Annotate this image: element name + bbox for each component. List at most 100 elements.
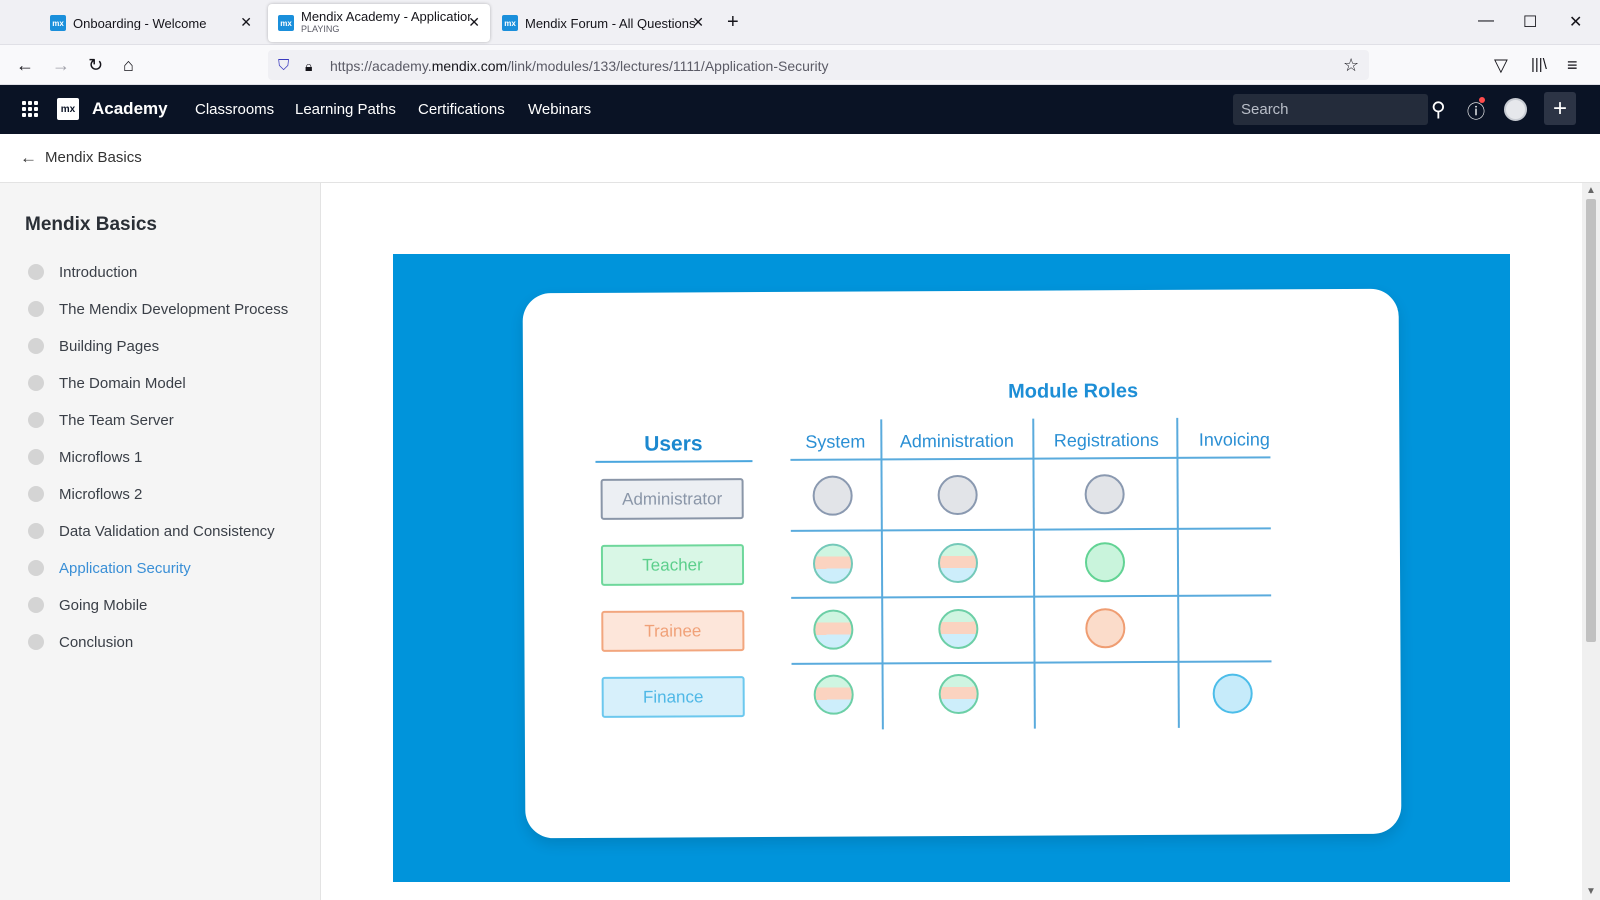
grid-line (791, 594, 1272, 599)
nav-certifications[interactable]: Certifications (418, 101, 505, 118)
permission-circle (937, 474, 978, 516)
breadcrumb: ← Mendix Basics (0, 134, 1600, 183)
grid-line (790, 527, 1271, 532)
library-icon[interactable]: |||\ (1531, 55, 1547, 75)
browser-tab-forum[interactable]: mx Mendix Forum - All Questions ✕ (492, 4, 714, 42)
nav-learning-paths[interactable]: Learning Paths (295, 101, 396, 118)
lesson-status-icon (28, 634, 44, 650)
forward-icon[interactable]: → (52, 55, 70, 75)
breadcrumb-course-link[interactable]: Mendix Basics (45, 149, 142, 166)
tab-title: Mendix Academy - Application (301, 10, 471, 24)
url-bar[interactable]: ⛉ 🔒︎ https://academy.mendix.com/link/mod… (268, 50, 1369, 80)
lesson-item[interactable]: Going Mobile (28, 593, 147, 617)
avatar[interactable] (1504, 98, 1527, 121)
scroll-thumb[interactable] (1586, 199, 1596, 642)
browser-tab-strip: mx Onboarding - Welcome ✕ mx Mendix Acad… (0, 0, 1600, 45)
grid-line (880, 419, 884, 730)
minimize-icon[interactable]: — (1478, 12, 1494, 30)
role-administrator: Administrator (600, 478, 744, 520)
search-icon[interactable]: ⚲ (1431, 97, 1446, 122)
close-tab-icon[interactable]: ✕ (692, 14, 704, 31)
close-window-icon[interactable]: ✕ (1569, 12, 1582, 32)
academy-brand[interactable]: Academy (92, 99, 168, 119)
grid-line (790, 456, 1271, 461)
lesson-status-icon (28, 449, 44, 465)
shield-icon[interactable]: ⛉ (278, 56, 289, 76)
lesson-status-icon (28, 264, 44, 280)
module-header-administration: Administration (899, 430, 1014, 452)
lock-icon[interactable]: 🔒︎ (305, 56, 312, 76)
tab-playing-label: PLAYING (301, 24, 340, 34)
lesson-item[interactable]: The Team Server (28, 408, 174, 432)
home-icon[interactable]: ⌂ (123, 55, 134, 75)
lesson-item[interactable]: Introduction (28, 260, 137, 284)
module-header-registrations: Registrations (1053, 429, 1159, 451)
permission-circle (938, 608, 979, 650)
close-tab-icon[interactable]: ✕ (240, 14, 252, 31)
maximize-icon[interactable]: ☐ (1523, 12, 1537, 32)
module-header-system: System (805, 431, 866, 452)
lesson-status-icon (28, 375, 44, 391)
users-heading: Users (644, 432, 703, 456)
lesson-status-icon (28, 412, 44, 428)
reload-icon[interactable]: ↻ (88, 55, 103, 75)
permission-circle (937, 542, 979, 584)
menu-icon[interactable]: ≡ (1567, 55, 1578, 75)
role-finance: Finance (601, 676, 745, 718)
course-title: Mendix Basics (25, 214, 157, 235)
lesson-status-icon (28, 338, 44, 354)
nav-webinars[interactable]: Webinars (528, 101, 591, 118)
academy-header: mx Academy Classrooms Learning Paths Cer… (0, 85, 1600, 134)
scroll-down-icon[interactable]: ▼ (1586, 886, 1596, 897)
bookmark-star-icon[interactable]: ☆ (1343, 55, 1359, 75)
permission-circle (1084, 542, 1126, 583)
lecture-content: Module Roles Users System Administration… (321, 183, 1582, 900)
lesson-status-icon (28, 597, 44, 613)
search-box (1233, 94, 1428, 125)
grid-line (1176, 417, 1180, 728)
lesson-item[interactable]: Data Validation and Consistency (28, 519, 275, 543)
permission-circle (813, 674, 854, 715)
grid-line (1032, 418, 1036, 729)
search-input[interactable] (1233, 94, 1428, 125)
close-tab-icon[interactable]: ✕ (468, 14, 480, 31)
lesson-status-icon (28, 560, 44, 576)
lesson-item[interactable]: The Domain Model (28, 371, 186, 395)
video-player[interactable]: Module Roles Users System Administration… (393, 254, 1510, 882)
lesson-item[interactable]: Conclusion (28, 630, 133, 654)
lesson-item[interactable]: Microflows 2 (28, 482, 142, 506)
users-underline (595, 460, 753, 463)
role-trainee: Trainee (601, 610, 745, 652)
browser-tab-onboarding[interactable]: mx Onboarding - Welcome ✕ (40, 4, 262, 42)
new-tab-icon[interactable]: + (727, 12, 739, 32)
slide-card: Module Roles Users System Administration… (522, 288, 1402, 839)
nav-classrooms[interactable]: Classrooms (195, 101, 274, 118)
scroll-up-icon[interactable]: ▲ (1586, 185, 1596, 196)
lesson-status-icon (28, 301, 44, 317)
url-text[interactable]: https://academy.mendix.com/link/modules/… (330, 58, 829, 74)
lesson-item-current[interactable]: Application Security (28, 556, 191, 580)
app-switcher-icon[interactable] (22, 101, 38, 117)
module-roles-heading: Module Roles (1008, 380, 1139, 403)
mendix-favicon-icon: mx (278, 15, 294, 31)
permission-circle (813, 609, 854, 650)
add-button[interactable]: + (1544, 92, 1576, 125)
tab-title: Onboarding - Welcome (73, 16, 207, 30)
lesson-item[interactable]: Microflows 1 (28, 445, 142, 469)
lesson-status-icon (28, 523, 44, 539)
back-arrow-icon[interactable]: ← (20, 148, 37, 168)
tab-title: Mendix Forum - All Questions (525, 16, 696, 30)
mendix-logo[interactable]: mx (57, 98, 79, 120)
permission-circle (812, 475, 853, 516)
back-icon[interactable]: ← (16, 55, 34, 75)
permission-circle (1212, 673, 1253, 714)
lesson-item[interactable]: Building Pages (28, 334, 159, 358)
role-teacher: Teacher (600, 544, 745, 586)
pocket-icon[interactable]: ▽ (1494, 55, 1508, 75)
lesson-item[interactable]: The Mendix Development Process (28, 297, 288, 321)
browser-tab-academy[interactable]: mx Mendix Academy - Application PLAYING … (268, 4, 490, 42)
page-scrollbar[interactable]: ▲ ▼ (1582, 183, 1600, 900)
grid-line (791, 660, 1272, 665)
permission-circle (1084, 474, 1125, 515)
permission-circle (812, 543, 854, 584)
